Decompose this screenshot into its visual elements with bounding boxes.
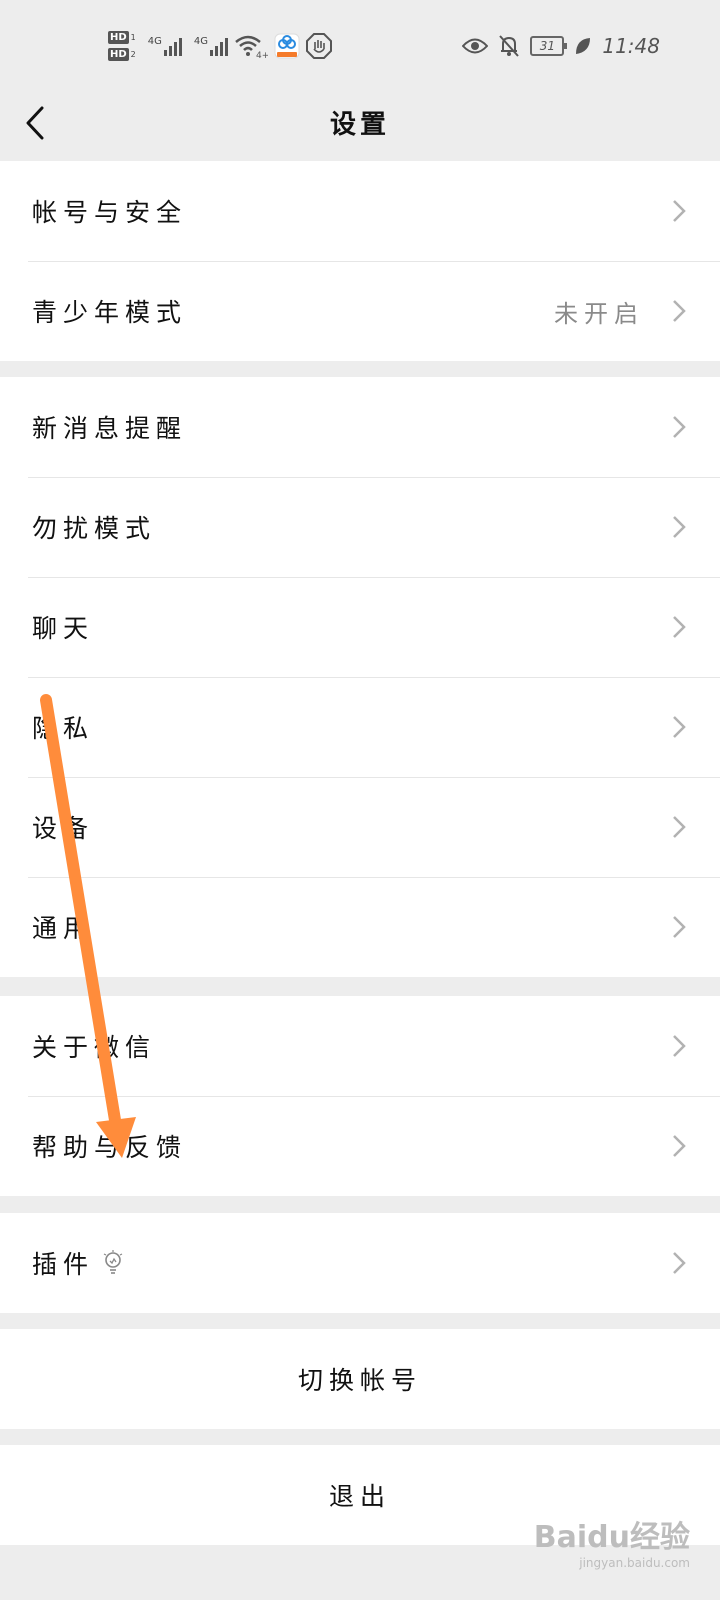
status-bar: HD 1 HD 2 4G 4G 4+ 31 11:48 [0,0,720,90]
hd1-number: 1 [130,33,136,42]
settings-group-account: 帐号与安全 青少年模式 未开启 [0,161,720,361]
page-title: 设置 [329,110,390,140]
hand-icon [306,33,333,59]
app-icon [274,33,300,59]
wifi-icon: 4+ [235,35,268,59]
signal-2-label: 4G [193,36,209,47]
signal-1: 4G [148,36,182,56]
settings-item-label: 隐私 [32,714,95,743]
leaf-icon [576,38,591,54]
watermark-site: jingyan.baidu.com [579,1556,690,1570]
chevron-right-icon [673,516,686,538]
settings-item-account-security[interactable]: 帐号与安全 [0,161,720,261]
settings-item-label: 帐号与安全 [32,198,188,227]
settings-group-about: 关于微信 帮助与反馈 [0,996,720,1196]
settings-item-label: 新消息提醒 [32,414,188,443]
signal-bars-icon [163,36,182,56]
settings-group-plugins: 插件 [0,1213,720,1313]
chevron-right-icon [673,716,686,738]
switch-account-button[interactable]: 切换帐号 [0,1329,720,1429]
bell-off-icon [499,35,520,57]
hd2-label: HD [108,48,129,61]
chevron-right-icon [673,200,686,222]
settings-item-privacy[interactable]: 隐私 [0,677,720,777]
teen-mode-status: 未开启 [554,299,644,328]
switch-account-section: 切换帐号 [0,1329,720,1429]
settings-item-plugins[interactable]: 插件 [0,1213,720,1313]
settings-item-label: 插件 [32,1250,95,1279]
chevron-right-icon [673,816,686,838]
eye-icon [462,38,489,54]
clock: 11:48 [602,34,660,58]
settings-item-label: 通用 [32,914,95,943]
hd2-number: 2 [130,50,136,59]
settings-item-general[interactable]: 通用 [0,877,720,977]
chevron-right-icon [673,1252,686,1274]
settings-item-label: 青少年模式 [32,298,188,327]
settings-item-notifications[interactable]: 新消息提醒 [0,377,720,477]
hd1-indicator: HD 1 [108,31,136,44]
status-left: HD 1 HD 2 4G 4G 4+ [108,24,333,68]
settings-item-label: 关于微信 [32,1033,157,1062]
hd2-indicator: HD 2 [108,48,136,61]
chevron-right-icon [673,300,686,322]
hd1-label: HD [108,31,129,44]
chevron-right-icon [673,1035,686,1057]
signal-1-label: 4G [147,36,162,47]
status-right: 31 11:48 [462,30,660,62]
watermark: Baidu经验 jingyan.baidu.com [534,1512,690,1570]
settings-item-label: 勿扰模式 [32,514,157,543]
settings-item-about-wechat[interactable]: 关于微信 [0,996,720,1096]
wifi-label: 4+ [256,51,268,59]
chevron-right-icon [673,416,686,438]
settings-item-chat[interactable]: 聊天 [0,577,720,677]
signal-bars-icon [210,36,229,56]
settings-item-do-not-disturb[interactable]: 勿扰模式 [0,477,720,577]
hd-indicators: HD 1 HD 2 [108,31,136,61]
settings-item-teen-mode[interactable]: 青少年模式 未开启 [0,261,720,361]
settings-group-features: 新消息提醒 勿扰模式 聊天 隐私 设备 通用 [0,377,720,977]
chevron-right-icon [673,616,686,638]
battery-icon: 31 [530,36,568,56]
lightbulb-icon [103,1250,123,1274]
settings-item-label: 帮助与反馈 [32,1133,188,1162]
watermark-brand: Baidu经验 [533,1520,690,1555]
chevron-right-icon [673,916,686,938]
settings-item-label: 聊天 [32,614,95,643]
signal-2: 4G [193,36,229,56]
nav-bar: 设置 [0,90,720,160]
settings-item-devices[interactable]: 设备 [0,777,720,877]
chevron-right-icon [673,1135,686,1157]
settings-item-help-feedback[interactable]: 帮助与反馈 [0,1096,720,1196]
settings-item-label: 设备 [32,814,95,843]
